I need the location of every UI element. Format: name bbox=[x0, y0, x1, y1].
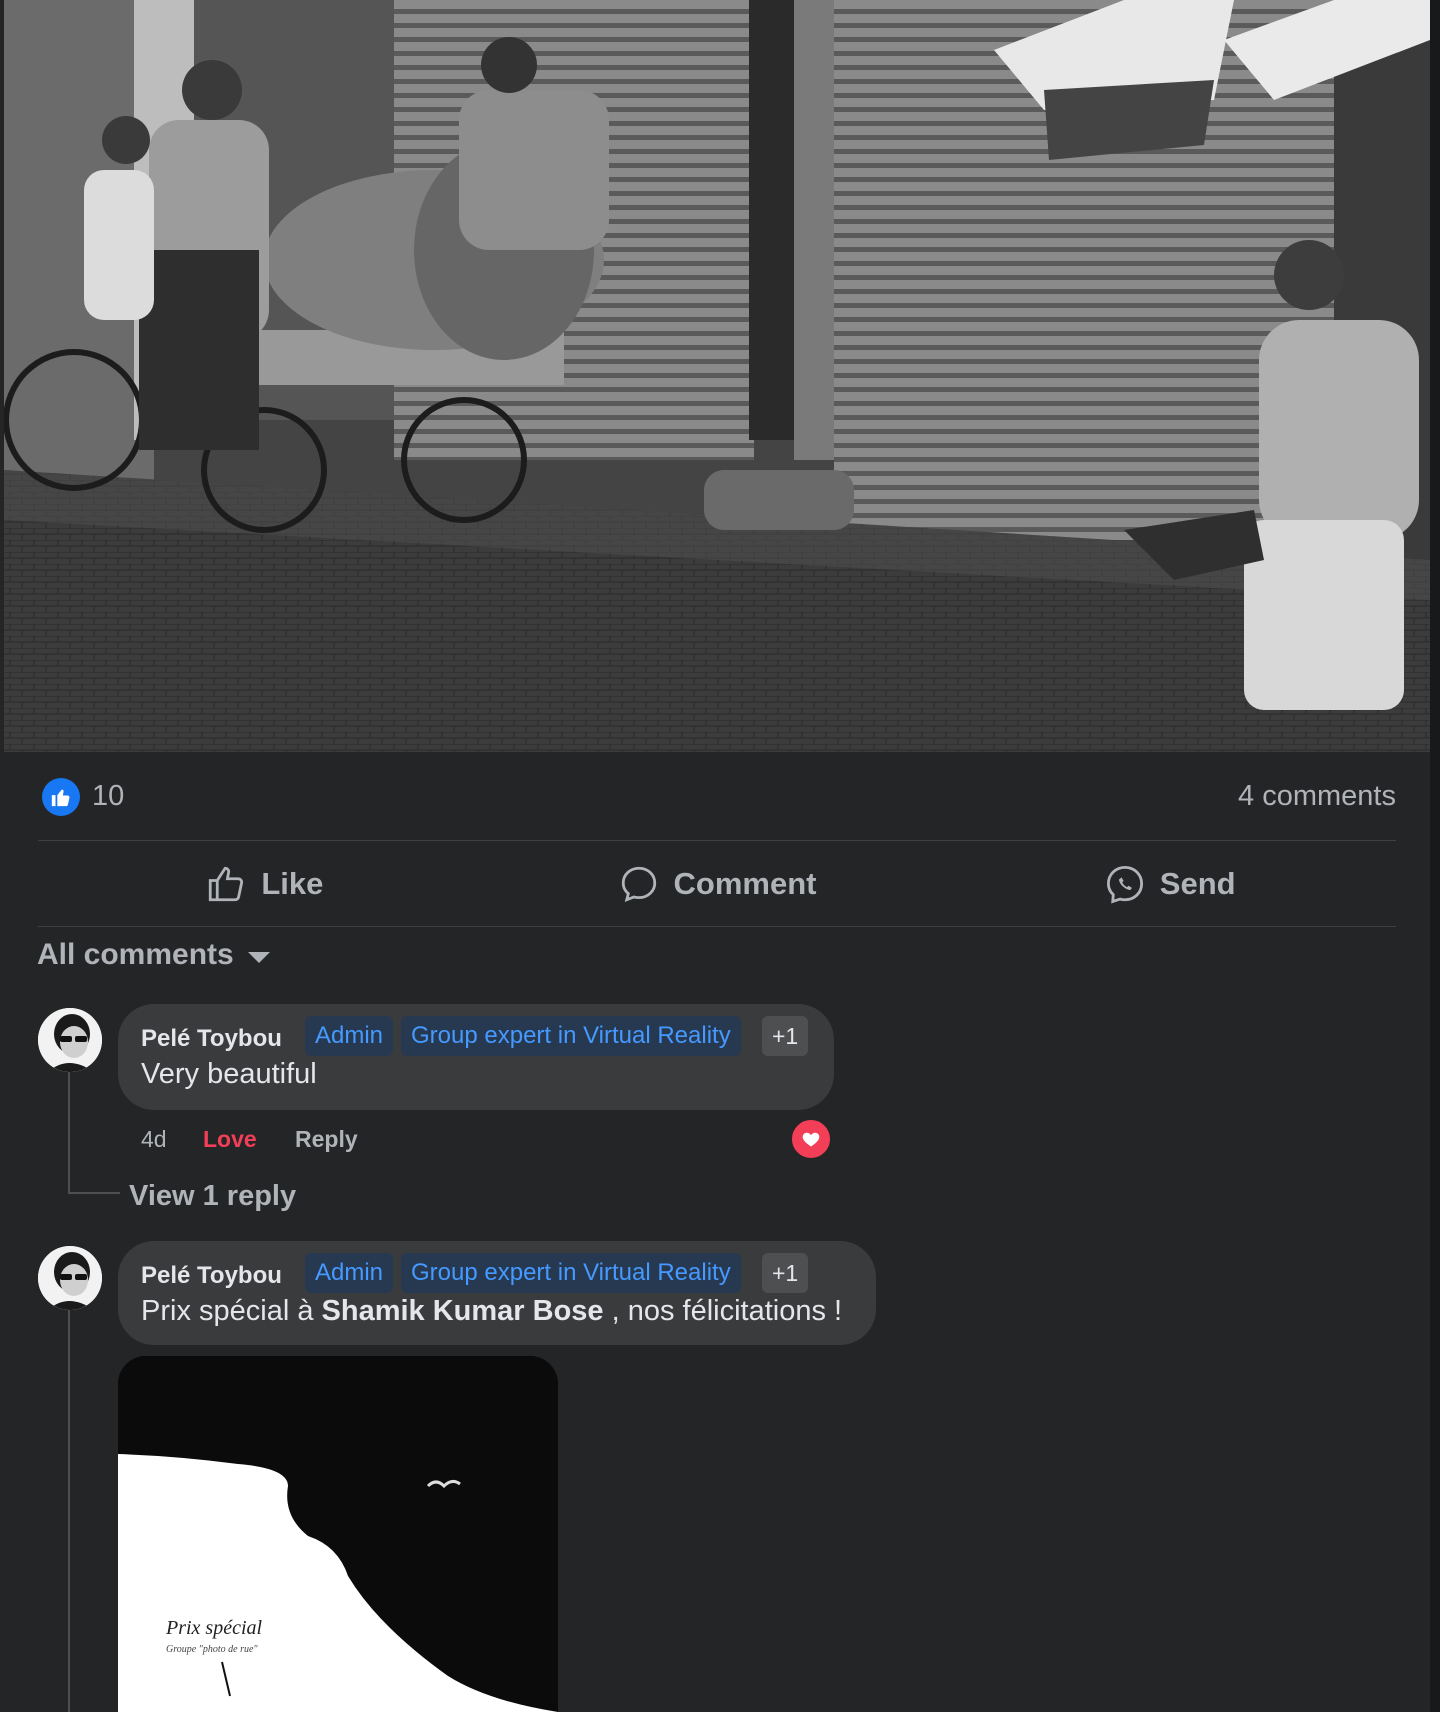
more-badges[interactable]: +1 bbox=[762, 1016, 809, 1056]
thumbs-up-icon[interactable] bbox=[42, 778, 80, 816]
reaction-count[interactable]: 10 bbox=[92, 780, 124, 813]
thread-line bbox=[68, 1310, 70, 1712]
comments-filter-dropdown[interactable]: All comments bbox=[37, 938, 270, 972]
comment-author[interactable]: Pelé Toybou bbox=[141, 1025, 282, 1053]
thread-line bbox=[68, 1072, 70, 1194]
comment-button[interactable]: Comment bbox=[491, 842, 944, 926]
send-button[interactable]: Send bbox=[943, 842, 1396, 926]
comment-author[interactable]: Pelé Toybou bbox=[141, 1262, 282, 1290]
post-photo[interactable] bbox=[4, 0, 1430, 752]
comments-count-link[interactable]: 4 comments bbox=[1238, 780, 1396, 813]
like-button[interactable]: Like bbox=[38, 842, 491, 926]
comment-attachment-image[interactable]: Prix spécial Groupe "photo de rue" bbox=[118, 1356, 558, 1712]
comment-text: Prix spécial à Shamik Kumar Bose , nos f… bbox=[141, 1295, 842, 1328]
chevron-down-icon bbox=[247, 951, 270, 963]
avatar[interactable] bbox=[38, 1246, 102, 1310]
comments-filter-label: All comments bbox=[37, 938, 234, 971]
thumbs-up-outline-icon bbox=[209, 866, 244, 902]
admin-badge[interactable]: Admin bbox=[305, 1016, 394, 1056]
thread-line-branch bbox=[68, 1192, 120, 1194]
comment-text-prefix: Prix spécial à bbox=[141, 1295, 322, 1327]
actions-divider bbox=[38, 926, 1396, 927]
like-button-label: Like bbox=[261, 866, 324, 901]
heart-icon[interactable] bbox=[790, 1118, 832, 1160]
right-scroll-edge bbox=[1430, 0, 1440, 1712]
comment-text: Very beautiful bbox=[141, 1058, 317, 1090]
comment-bubble-icon bbox=[621, 866, 656, 903]
love-reaction-button[interactable]: Love bbox=[203, 1126, 257, 1153]
attachment-title: Prix spécial bbox=[165, 1617, 263, 1639]
reply-button[interactable]: Reply bbox=[295, 1126, 358, 1153]
more-badges[interactable]: +1 bbox=[762, 1253, 809, 1293]
stats-divider bbox=[38, 840, 1396, 841]
mention-link[interactable]: Shamik Kumar Bose bbox=[322, 1295, 604, 1327]
attachment-subtitle: Groupe "photo de rue" bbox=[166, 1644, 258, 1655]
avatar[interactable] bbox=[38, 1008, 102, 1072]
comment-button-label: Comment bbox=[673, 866, 817, 901]
admin-badge[interactable]: Admin bbox=[305, 1253, 394, 1293]
view-replies-link[interactable]: View 1 reply bbox=[129, 1180, 296, 1213]
comment-text-suffix: , nos félicitations ! bbox=[603, 1295, 843, 1327]
post-stats: 10 4 comments bbox=[38, 770, 1396, 822]
messenger-send-icon bbox=[1106, 865, 1143, 904]
group-expert-badge[interactable]: Group expert in Virtual Reality bbox=[401, 1016, 741, 1056]
comment-time[interactable]: 4d bbox=[141, 1126, 167, 1153]
send-button-label: Send bbox=[1159, 866, 1236, 901]
post-action-bar: Like Comment Send bbox=[38, 842, 1396, 926]
group-expert-badge[interactable]: Group expert in Virtual Reality bbox=[401, 1253, 741, 1293]
